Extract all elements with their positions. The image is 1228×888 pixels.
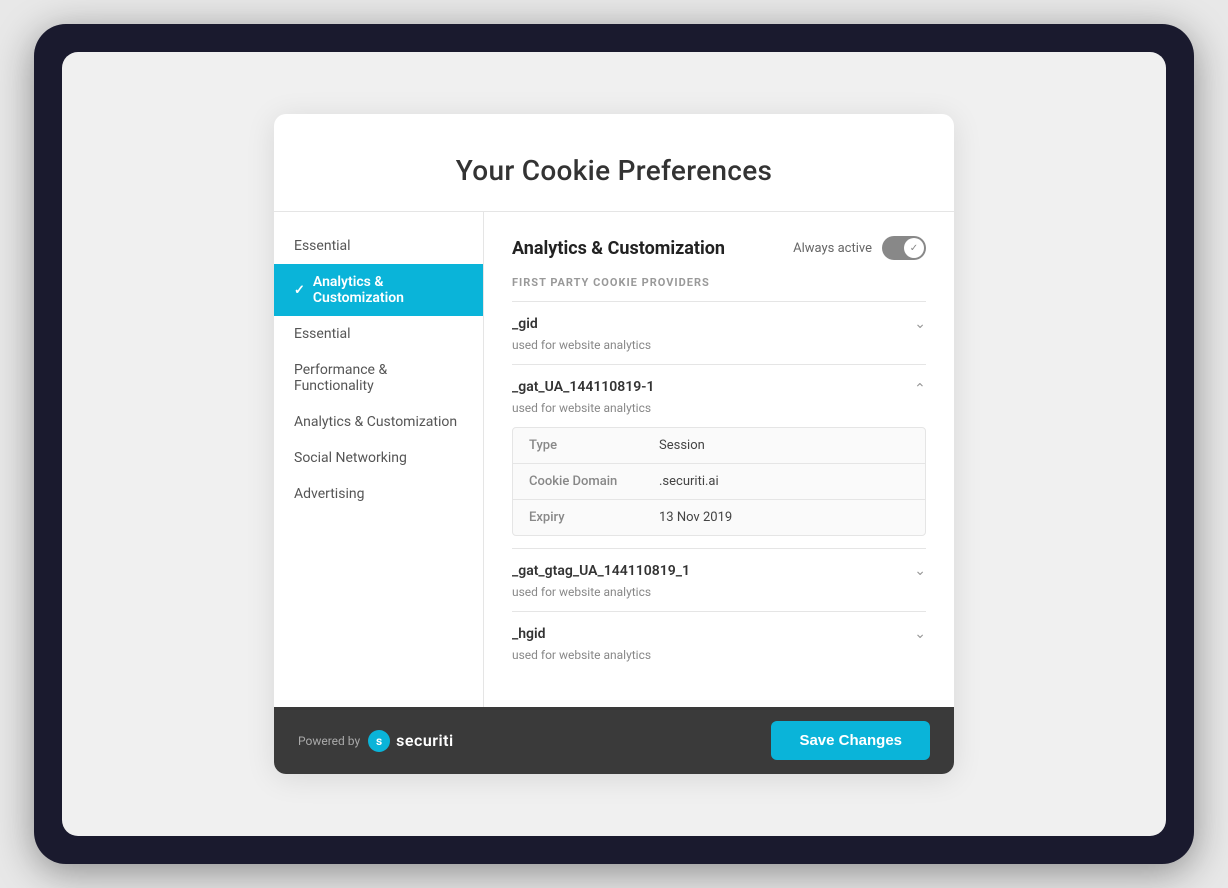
page-title: Your Cookie Preferences — [314, 154, 914, 187]
sidebar-analytics-active-label: Analytics & Customization — [313, 274, 463, 306]
toggle-knob: ✓ — [904, 238, 924, 258]
device-frame: Your Cookie Preferences Essential ✓ Anal… — [34, 24, 1194, 864]
sidebar-social-label: Social Networking — [294, 450, 407, 466]
cookie-desc-gat-gtag: used for website analytics — [512, 585, 926, 611]
sidebar-item-analytics[interactable]: Analytics & Customization — [274, 404, 483, 440]
toggle-check-icon: ✓ — [910, 243, 918, 254]
detail-key-domain: Cookie Domain — [513, 464, 643, 499]
cookie-item-gat-gtag-header[interactable]: _gat_gtag_UA_144110819_1 ⌄ — [512, 549, 926, 585]
chevron-down-icon-hgid: ⌄ — [914, 626, 926, 642]
cookie-details-gat-ua: Type Session Cookie Domain .securiti.ai … — [512, 427, 926, 536]
content-panel: Analytics & Customization Always active … — [484, 212, 954, 707]
cookie-desc-hgid: used for website analytics — [512, 648, 926, 674]
detail-val-type: Session — [643, 428, 721, 463]
always-active-group: Always active ✓ — [793, 236, 926, 260]
sidebar-advertising-label: Advertising — [294, 486, 364, 502]
cookie-item-gat-ua-header[interactable]: _gat_UA_144110819-1 ⌄ — [512, 365, 926, 401]
toggle-switch[interactable]: ✓ — [882, 236, 926, 260]
chevron-up-icon-gat-ua: ⌄ — [914, 379, 926, 395]
save-changes-button[interactable]: Save Changes — [771, 721, 930, 760]
logo-icon: s — [368, 730, 390, 752]
cookie-desc-gid: used for website analytics — [512, 338, 926, 364]
section-label: FIRST PARTY COOKIE PROVIDERS — [512, 276, 926, 289]
sidebar-item-social[interactable]: Social Networking — [274, 440, 483, 476]
sidebar-analytics-label: Analytics & Customization — [294, 414, 457, 430]
sidebar-item-essential-top[interactable]: Essential — [274, 228, 483, 264]
sidebar-essential-top-label: Essential — [294, 238, 351, 254]
detail-key-expiry: Expiry — [513, 500, 643, 535]
modal-header: Your Cookie Preferences — [274, 114, 954, 212]
sidebar-item-essential[interactable]: Essential — [274, 316, 483, 352]
modal: Your Cookie Preferences Essential ✓ Anal… — [274, 114, 954, 774]
detail-row-domain: Cookie Domain .securiti.ai — [513, 464, 925, 500]
detail-row-type: Type Session — [513, 428, 925, 464]
modal-footer: Powered by s securiti Save Changes — [274, 707, 954, 774]
logo-text: securiti — [396, 731, 454, 750]
cookie-item-gat-ua: _gat_UA_144110819-1 ⌄ used for website a… — [512, 364, 926, 536]
cookie-desc-gat-ua: used for website analytics — [512, 401, 926, 427]
sidebar-item-performance[interactable]: Performance & Functionality — [274, 352, 483, 404]
cookie-name-gat-ua: _gat_UA_144110819-1 — [512, 379, 654, 395]
chevron-down-icon-gat-gtag: ⌄ — [914, 563, 926, 579]
sidebar-item-analytics-active[interactable]: ✓ Analytics & Customization — [274, 264, 483, 316]
detail-row-expiry: Expiry 13 Nov 2019 — [513, 500, 925, 535]
device-screen: Your Cookie Preferences Essential ✓ Anal… — [62, 52, 1166, 836]
chevron-down-icon-gid: ⌄ — [914, 316, 926, 332]
cookie-item-gid-header[interactable]: _gid ⌄ — [512, 302, 926, 338]
cookie-name-gat-gtag: _gat_gtag_UA_144110819_1 — [512, 563, 690, 579]
detail-key-type: Type — [513, 428, 643, 463]
sidebar-item-advertising[interactable]: Advertising — [274, 476, 483, 512]
modal-body: Essential ✓ Analytics & Customization Es… — [274, 212, 954, 707]
sidebar-performance-label: Performance & Functionality — [294, 362, 463, 394]
detail-val-domain: .securiti.ai — [643, 464, 735, 499]
cookie-name-gid: _gid — [512, 316, 538, 332]
cookie-item-gid: _gid ⌄ used for website analytics — [512, 301, 926, 364]
securiti-logo: s securiti — [368, 730, 454, 752]
cookie-item-hgid: _hgid ⌄ used for website analytics — [512, 611, 926, 674]
sidebar-essential-label: Essential — [294, 326, 351, 342]
detail-val-expiry: 13 Nov 2019 — [643, 500, 748, 535]
always-active-label: Always active — [793, 241, 872, 256]
cookie-item-hgid-header[interactable]: _hgid ⌄ — [512, 612, 926, 648]
check-icon: ✓ — [294, 283, 305, 298]
sidebar: Essential ✓ Analytics & Customization Es… — [274, 212, 484, 707]
content-header: Analytics & Customization Always active … — [512, 236, 926, 260]
cookie-item-gat-gtag: _gat_gtag_UA_144110819_1 ⌄ used for webs… — [512, 548, 926, 611]
powered-by: Powered by s securiti — [298, 730, 454, 752]
powered-by-label: Powered by — [298, 734, 360, 748]
content-title: Analytics & Customization — [512, 238, 725, 259]
cookie-name-hgid: _hgid — [512, 626, 546, 642]
